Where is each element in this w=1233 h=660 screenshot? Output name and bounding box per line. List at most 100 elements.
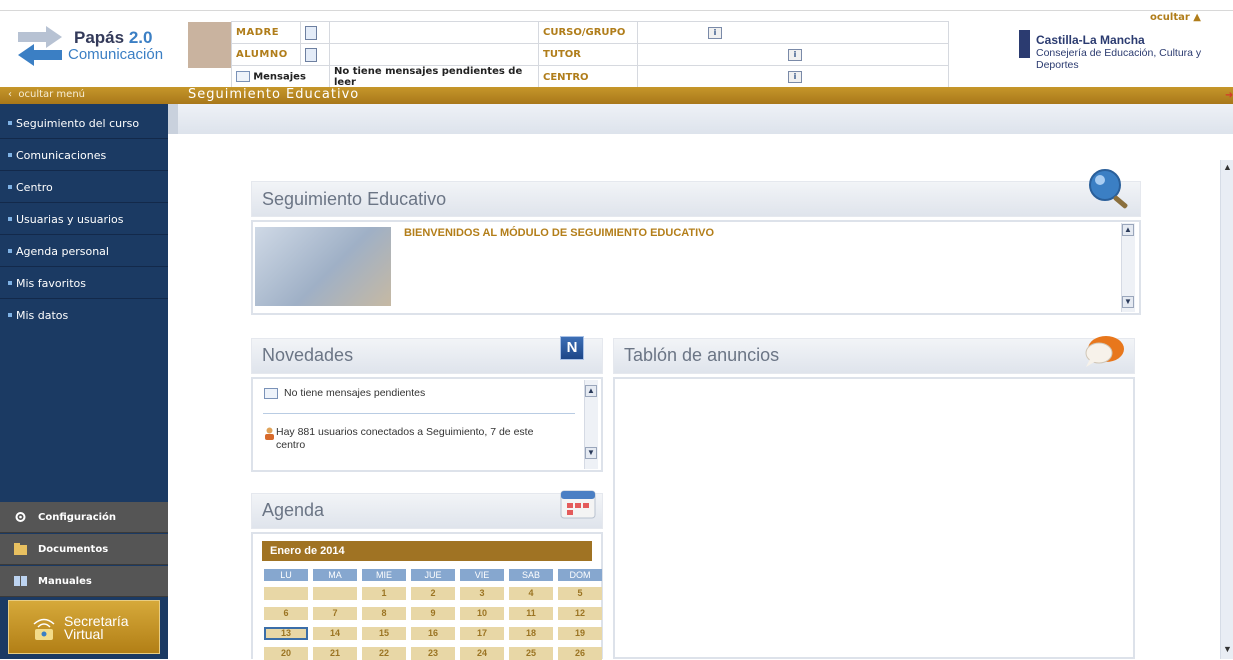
logo-name: Papás bbox=[74, 28, 125, 47]
calendar-day[interactable]: 11 bbox=[509, 607, 553, 620]
bullet-icon bbox=[8, 217, 12, 221]
tutor-label: TUTOR bbox=[543, 49, 581, 60]
sidebar-tool-documentos[interactable]: Documentos solicitados bbox=[0, 534, 168, 586]
curso-info-cell[interactable]: i bbox=[637, 21, 949, 44]
novedades-scrollbar[interactable]: ▲ ▼ bbox=[584, 380, 598, 469]
scroll-down-icon[interactable]: ▼ bbox=[1122, 296, 1134, 308]
calendar-weekday: LU bbox=[264, 569, 308, 581]
calendar-day[interactable]: 12 bbox=[558, 607, 602, 620]
calendar-day[interactable]: 18 bbox=[509, 627, 553, 640]
secretaria-virtual-label[interactable]: Secretaría Virtual bbox=[64, 614, 129, 642]
curso-label: CURSO/GRUPO bbox=[543, 27, 626, 38]
novedades-divider bbox=[263, 413, 575, 414]
calendar-day[interactable]: 15 bbox=[362, 627, 406, 640]
hide-menu-button[interactable]: ‹ ocultar menú bbox=[8, 89, 85, 100]
scroll-down-icon[interactable]: ▼ bbox=[1222, 644, 1233, 655]
sidebar-item-mis-datos[interactable]: Mis datos bbox=[0, 300, 168, 331]
calendar-day[interactable]: 14 bbox=[313, 627, 357, 640]
calendar-day[interactable]: 1 bbox=[362, 587, 406, 600]
scroll-up-icon[interactable]: ▲ bbox=[585, 385, 597, 397]
madre-value bbox=[329, 21, 539, 44]
document-icon[interactable] bbox=[305, 25, 317, 40]
org-subtitle: Consejería de Educación, Cultura y Depor… bbox=[1036, 47, 1202, 71]
sidebar-item-agenda[interactable]: Agenda personal bbox=[0, 236, 168, 267]
calendar-day[interactable]: 22 bbox=[362, 647, 406, 660]
calendar-day[interactable]: 17 bbox=[460, 627, 504, 640]
sidebar-tool-manuales[interactable]: Manuales bbox=[0, 566, 168, 597]
alumno-doc-cell[interactable] bbox=[300, 43, 330, 66]
sidebar-tool-configuracion[interactable]: Configuración bbox=[0, 502, 168, 533]
welcome-scrollbar[interactable]: ▲ ▼ bbox=[1121, 223, 1135, 312]
calendar-day[interactable]: 9 bbox=[411, 607, 455, 620]
calendar-weekday: JUE bbox=[411, 569, 455, 581]
calendar-month-header: Enero de 2014 bbox=[262, 541, 592, 561]
sidebar-item-label[interactable]: Mis datos bbox=[16, 309, 68, 322]
calendar-day[interactable]: 21 bbox=[313, 647, 357, 660]
gear-icon bbox=[15, 512, 26, 522]
sidebar-item-centro[interactable]: Centro bbox=[0, 172, 168, 203]
tablon-panel-title: Tablón de anuncios bbox=[624, 345, 780, 365]
calendar-day[interactable]: 8 bbox=[362, 607, 406, 620]
speech-bubble-icon bbox=[1085, 336, 1124, 367]
sidebar-item-label[interactable]: Centro bbox=[16, 181, 53, 194]
info-icon[interactable]: i bbox=[788, 71, 802, 83]
calendar-day[interactable]: 7 bbox=[313, 607, 357, 620]
book-icon bbox=[14, 576, 27, 586]
sidebar-item-seguimiento[interactable]: Seguimiento del curso bbox=[0, 108, 168, 139]
calendar-day[interactable]: 26 bbox=[558, 647, 602, 660]
calendar-weekday: MA bbox=[313, 569, 357, 581]
calendar-day[interactable]: 24 bbox=[460, 647, 504, 660]
wifi-folder-icon bbox=[33, 618, 55, 640]
novedades-users-text: Hay 881 usuarios conectados a Seguimient… bbox=[276, 426, 533, 452]
novedades-message[interactable]: No tiene mensajes pendientes bbox=[284, 387, 425, 400]
secretaria-virtual-line2[interactable]: Virtual bbox=[64, 626, 103, 642]
secretaria-virtual-button[interactable]: Secretaría Virtual bbox=[8, 600, 160, 654]
sidebar-item-label[interactable]: Comunicaciones bbox=[16, 149, 106, 162]
scroll-up-icon[interactable]: ▲ bbox=[1222, 162, 1233, 173]
mensajes-cell[interactable]: Mensajes bbox=[231, 65, 330, 89]
madre-doc-cell[interactable] bbox=[300, 21, 330, 44]
document-icon[interactable] bbox=[305, 47, 317, 62]
seguimiento-panel-title: Seguimiento Educativo bbox=[262, 189, 447, 209]
centro-info-cell[interactable]: i bbox=[637, 65, 949, 89]
madre-label: MADRE bbox=[236, 27, 280, 38]
calendar-day[interactable]: 16 bbox=[411, 627, 455, 640]
tutor-label-cell: TUTOR bbox=[538, 43, 638, 66]
info-icon[interactable]: i bbox=[788, 48, 802, 61]
exit-arrow-icon[interactable]: ➜ bbox=[1225, 91, 1233, 101]
hide-header-button[interactable]: ocultar ▲ bbox=[1150, 12, 1201, 23]
scroll-down-icon[interactable]: ▼ bbox=[585, 447, 597, 459]
page-scrollbar[interactable]: ▲ ▼ bbox=[1220, 160, 1233, 659]
sidebar-item-comunicaciones[interactable]: Comunicaciones bbox=[0, 140, 168, 171]
tool-label[interactable]: Manuales bbox=[38, 576, 92, 587]
sidebar-item-label[interactable]: Agenda personal bbox=[16, 245, 109, 258]
sidebar-item-label[interactable]: Mis favoritos bbox=[16, 277, 86, 290]
logo-version: 2.0 bbox=[128, 28, 153, 47]
calendar-day[interactable]: 5 bbox=[558, 587, 602, 600]
sidebar-item-label[interactable]: Usuarias y usuarios bbox=[16, 213, 124, 226]
calendar-day[interactable]: 2 bbox=[411, 587, 455, 600]
calendar-icon bbox=[560, 490, 596, 519]
alumno-label-cell: ALUMNO bbox=[231, 43, 301, 66]
calendar-day[interactable]: 3 bbox=[460, 587, 504, 600]
bullet-icon bbox=[8, 249, 12, 253]
calendar-day[interactable]: 25 bbox=[509, 647, 553, 660]
tutor-info-cell[interactable]: i bbox=[637, 43, 949, 66]
calendar-day[interactable]: 23 bbox=[411, 647, 455, 660]
scroll-up-icon[interactable]: ▲ bbox=[1122, 224, 1134, 236]
calendar-day[interactable]: 20 bbox=[264, 647, 308, 660]
sidebar-item-usuarios[interactable]: Usuarias y usuarios bbox=[0, 204, 168, 235]
info-icon[interactable]: i bbox=[708, 26, 722, 39]
calendar-day[interactable]: 10 bbox=[460, 607, 504, 620]
calendar-day[interactable]: 19 bbox=[558, 627, 602, 640]
calendar-day[interactable]: 4 bbox=[509, 587, 553, 600]
hide-menu-label[interactable]: ocultar menú bbox=[18, 89, 85, 100]
calendar-day[interactable]: 6 bbox=[264, 607, 308, 620]
sidebar-item-favoritos[interactable]: Mis favoritos bbox=[0, 268, 168, 299]
mensajes-label[interactable]: Mensajes bbox=[253, 72, 306, 83]
calendar-day[interactable]: 13 bbox=[264, 627, 308, 640]
sidebar-item-label[interactable]: Seguimiento del curso bbox=[16, 117, 139, 130]
org-title: Castilla-La Mancha bbox=[1036, 33, 1145, 47]
tool-label[interactable]: Configuración bbox=[38, 512, 116, 523]
student-info-table: MADRE CURSO/GRUPO i ALUMNO TUTOR i Mensa… bbox=[231, 21, 949, 89]
